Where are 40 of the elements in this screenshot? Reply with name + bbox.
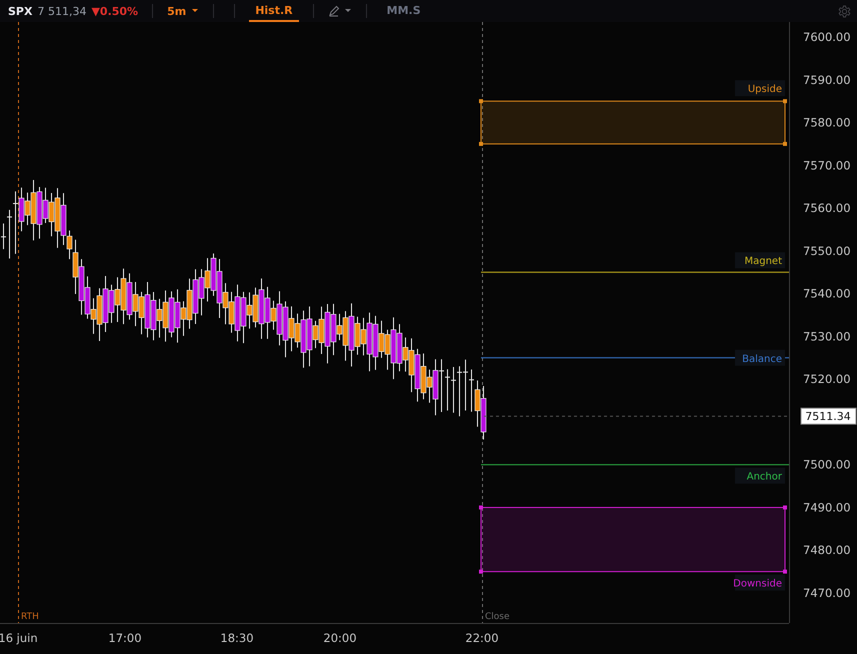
price-axis-label: 7590.00 xyxy=(803,72,851,87)
caret-icon xyxy=(191,8,200,14)
last-price-tag: 7511.34 xyxy=(800,408,856,425)
level-label: Anchor xyxy=(735,468,785,484)
symbol: SPX xyxy=(8,4,32,18)
caret-icon xyxy=(344,8,352,14)
drawing-tool-dropdown[interactable] xyxy=(328,5,352,17)
interval-dropdown[interactable]: 5m xyxy=(167,4,200,18)
price-axis-label: 7470.00 xyxy=(803,586,851,600)
price-axis-label: 7500.00 xyxy=(803,458,851,472)
time-axis-label: 22:00 xyxy=(465,631,499,645)
session-marker-label: Close xyxy=(485,612,510,622)
time-axis-label: 17:00 xyxy=(108,631,142,645)
time-axis-label: 18:30 xyxy=(220,631,254,645)
price-axis-label: 7560.00 xyxy=(803,201,851,216)
session-marker-label: RTH xyxy=(21,612,39,622)
price-zone[interactable] xyxy=(479,99,787,146)
price-axis-label: 7600.00 xyxy=(803,30,851,44)
price: 7 511,34 xyxy=(37,4,86,18)
price-axis-label: 7530.00 xyxy=(803,329,851,344)
price-axis-label: 7580.00 xyxy=(803,116,851,130)
tab[interactable]: Hist.R xyxy=(249,0,299,22)
price-axis-label: 7550.00 xyxy=(803,244,851,258)
tab[interactable]: MM.S xyxy=(380,0,427,22)
price-change: ▼0.50% xyxy=(91,4,138,18)
price-axis-label: 7480.00 xyxy=(803,543,851,558)
price-axis-label: 7490.00 xyxy=(803,500,851,514)
price-axis-label: 7520.00 xyxy=(803,372,851,386)
level-line[interactable] xyxy=(481,464,789,466)
level-label: Magnet xyxy=(735,252,785,268)
settings-icon[interactable] xyxy=(838,4,851,18)
time-axis-label: 20:00 xyxy=(323,631,357,645)
price-axis-label: 7570.00 xyxy=(803,158,851,172)
pencil-icon xyxy=(328,5,340,17)
time-axis-label: 16 juin xyxy=(0,631,38,645)
level-label: Balance xyxy=(735,350,785,366)
level-label: Upside xyxy=(735,80,785,96)
price-zone[interactable] xyxy=(479,505,787,574)
level-label: Downside xyxy=(733,574,785,591)
price-axis-label: 7540.00 xyxy=(803,286,851,301)
